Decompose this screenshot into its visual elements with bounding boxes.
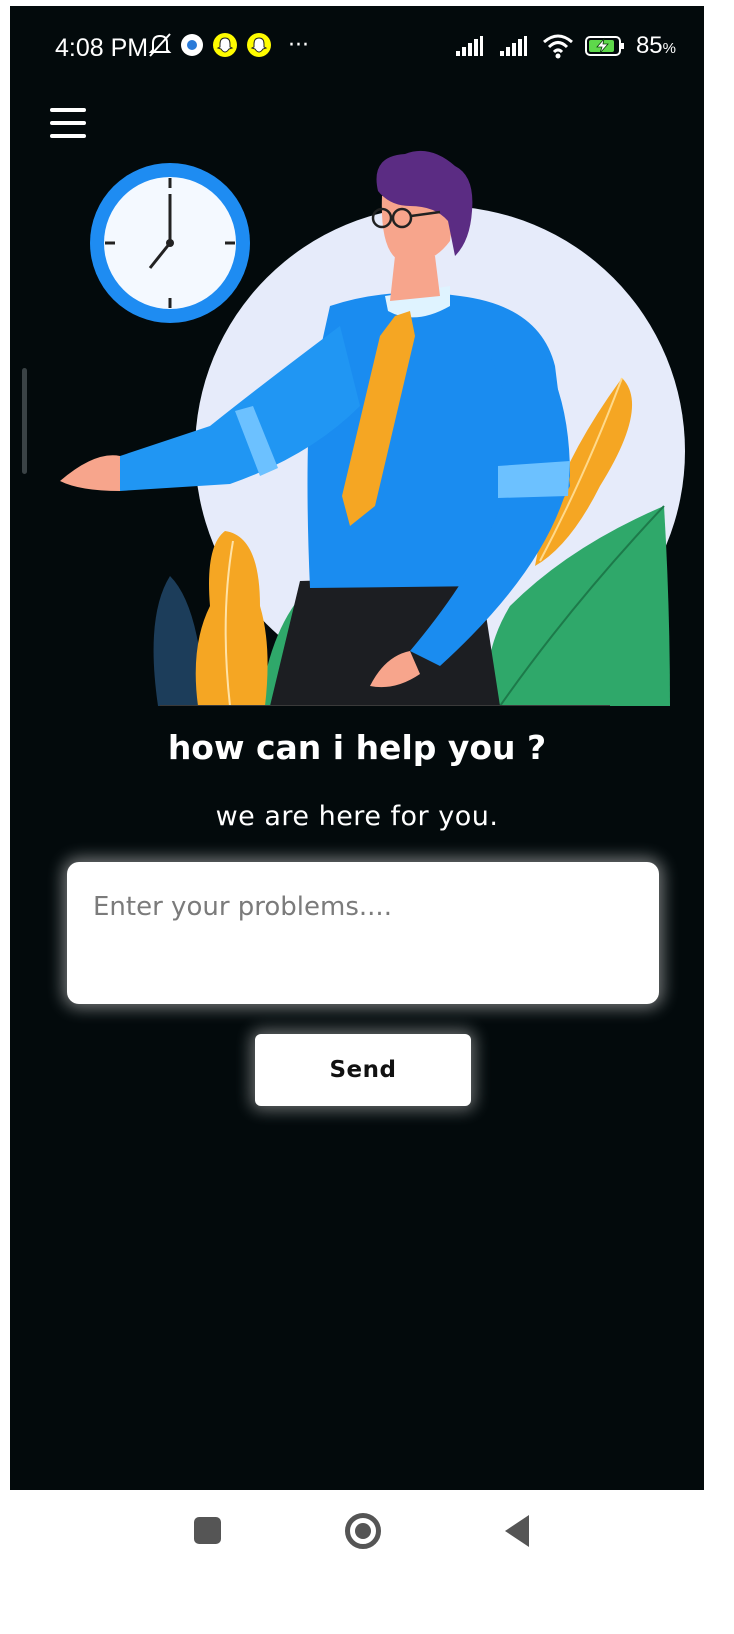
back-icon[interactable]	[505, 1515, 529, 1547]
clock-icon	[90, 163, 250, 323]
home-icon[interactable]	[345, 1513, 381, 1549]
help-subheading: we are here for you.	[215, 801, 499, 832]
app-screen: 4:08 PM ··· 85% how can i help you ? we …	[10, 6, 704, 1490]
send-button[interactable]: Send	[255, 1034, 471, 1106]
navigation-bar	[0, 1490, 734, 1634]
problem-input[interactable]	[67, 862, 659, 1004]
left-hand	[60, 455, 120, 491]
support-agent-illustration	[60, 150, 685, 706]
recent-apps-icon[interactable]	[194, 1517, 221, 1544]
help-heading: how can i help you ?	[167, 728, 547, 767]
